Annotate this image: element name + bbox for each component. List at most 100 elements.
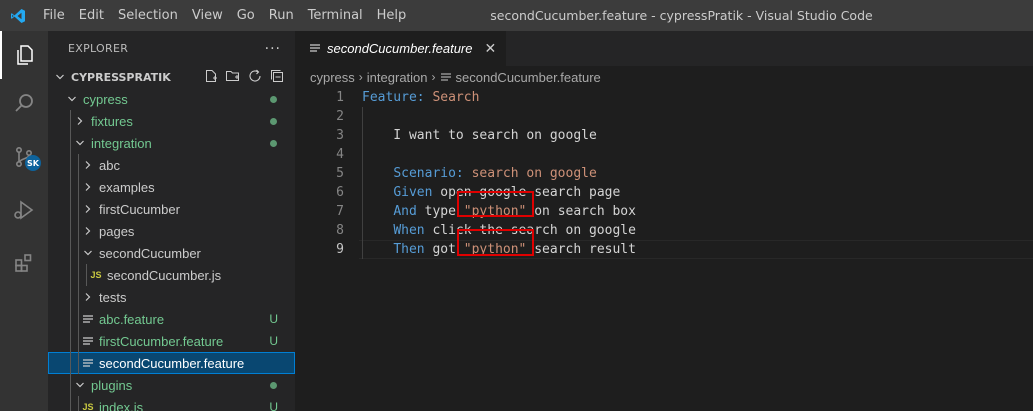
explorer-title: EXPLORER xyxy=(68,42,129,55)
activity-bar: SK xyxy=(0,31,48,411)
menu-run[interactable]: Run xyxy=(262,0,301,31)
status-dot xyxy=(270,117,277,125)
tree-item-label: examples xyxy=(99,179,155,195)
source-control-icon[interactable]: SK xyxy=(0,133,48,181)
chevron-right-icon xyxy=(80,289,96,305)
feature-file-icon xyxy=(309,41,321,56)
chevron-down-icon xyxy=(64,91,80,107)
code-text: Search xyxy=(424,90,480,105)
indent-guide xyxy=(78,154,79,176)
menu-go[interactable]: Go xyxy=(230,0,262,31)
code-line: 6 Given open google search page xyxy=(295,183,1033,202)
menu-file[interactable]: File xyxy=(36,0,72,31)
breadcrumb-item[interactable]: integration xyxy=(367,70,428,85)
menu-view[interactable]: View xyxy=(185,0,230,31)
code-editor[interactable]: 1 Feature: Search 2 3 I want to search o… xyxy=(295,88,1033,259)
collapse-all-icon[interactable] xyxy=(269,68,285,87)
menu-terminal[interactable]: Terminal xyxy=(301,0,370,31)
indent-guide xyxy=(70,330,71,352)
menu-help[interactable]: Help xyxy=(370,0,414,31)
tab-label: secondCucumber.feature xyxy=(327,41,473,56)
tree-folder-secondcucumber[interactable]: secondCucumber xyxy=(48,242,295,264)
feature-file-icon xyxy=(80,311,96,327)
account-badge: SK xyxy=(25,155,41,171)
chevron-right-icon xyxy=(80,223,96,239)
chevron-right-icon xyxy=(80,201,96,217)
tab-secondcucumber-feature[interactable]: secondCucumber.feature ✕ xyxy=(295,31,507,66)
close-icon[interactable]: ✕ xyxy=(485,40,497,57)
explorer-icon[interactable] xyxy=(0,31,48,79)
extensions-icon[interactable] xyxy=(0,239,48,287)
tree-folder-integration[interactable]: integration xyxy=(48,132,295,154)
tree-item-label: secondCucumber.js xyxy=(107,267,222,283)
tree-item-label: integration xyxy=(91,135,152,151)
feature-file-icon xyxy=(80,333,96,349)
title-bar: File Edit Selection View Go Run Terminal… xyxy=(0,0,1033,31)
chevron-right-icon: › xyxy=(358,70,363,84)
tree-folder-fixtures[interactable]: fixtures xyxy=(48,110,295,132)
line-number: 9 xyxy=(336,242,344,257)
project-section[interactable]: CYPRESSPRATIK xyxy=(48,66,295,88)
tree-file-secondcucumber-feature[interactable]: secondCucumber.feature xyxy=(48,352,295,374)
chevron-down-icon xyxy=(72,377,88,393)
tree-file-abc-feature[interactable]: abc.feature U xyxy=(48,308,295,330)
code-line: 7 And type "python" on search box xyxy=(295,202,1033,221)
tree-file-firstcucumber-feature[interactable]: firstCucumber.feature U xyxy=(48,330,295,352)
new-folder-icon[interactable] xyxy=(225,68,241,87)
tree-item-label: secondCucumber xyxy=(99,245,201,261)
breadcrumb-item[interactable]: cypress xyxy=(310,70,355,85)
tree-folder-examples[interactable]: examples xyxy=(48,176,295,198)
git-status-untracked: U xyxy=(269,334,278,348)
indent-guide xyxy=(78,286,79,308)
tree-folder-tests[interactable]: tests xyxy=(48,286,295,308)
code-line: 1 Feature: Search xyxy=(295,88,1033,107)
chevron-right-icon xyxy=(72,113,88,129)
tree-folder-cypress[interactable]: cypress xyxy=(48,88,295,110)
indent-guide xyxy=(70,374,71,396)
indent-guide xyxy=(362,107,363,126)
new-file-icon[interactable] xyxy=(203,68,219,87)
indent-guide xyxy=(70,110,71,132)
tree-folder-firstcucumber[interactable]: firstCucumber xyxy=(48,198,295,220)
keyword: When xyxy=(393,223,425,238)
line-number: 4 xyxy=(336,147,344,162)
run-debug-icon[interactable] xyxy=(0,186,48,234)
indent-guide xyxy=(70,132,71,154)
js-file-icon: JS xyxy=(82,402,94,411)
tree-item-label: fixtures xyxy=(91,113,133,129)
indent-guide xyxy=(70,286,71,308)
menu-selection[interactable]: Selection xyxy=(111,0,185,31)
tree-folder-pages[interactable]: pages xyxy=(48,220,295,242)
more-actions-icon[interactable]: ··· xyxy=(265,41,281,57)
breadcrumb-item[interactable]: secondCucumber.feature xyxy=(456,70,601,85)
code-line: 3 I want to search on google xyxy=(295,126,1033,145)
tree-item-label: firstCucumber.feature xyxy=(99,333,224,349)
tree-file-index-js[interactable]: JS index.js U xyxy=(48,396,295,411)
editor-area: secondCucumber.feature ✕ cypress › integ… xyxy=(295,31,1033,411)
indent-guide xyxy=(86,264,87,286)
line-text: Feature: Search xyxy=(362,90,479,105)
indent-guide xyxy=(78,198,79,220)
line-number: 2 xyxy=(336,109,344,124)
tree-file-secondcucumber-js[interactable]: JS secondCucumber.js xyxy=(48,264,295,286)
code-text: search result xyxy=(526,242,636,257)
tree-folder-abc[interactable]: abc xyxy=(48,154,295,176)
code-line: 8 When click the search on google xyxy=(295,221,1033,240)
explorer-header: EXPLORER ··· xyxy=(48,31,295,66)
indent-guide xyxy=(70,176,71,198)
breadcrumb: cypress › integration › secondCucumber.f… xyxy=(295,66,1033,88)
status-dot xyxy=(270,381,277,389)
menu-edit[interactable]: Edit xyxy=(72,0,111,31)
indent-guide xyxy=(70,154,71,176)
indent-guide xyxy=(78,308,79,330)
search-icon[interactable] xyxy=(0,79,48,127)
annotation-highlight-box xyxy=(457,229,534,256)
indent-guide xyxy=(78,176,79,198)
tree-folder-plugins[interactable]: plugins xyxy=(48,374,295,396)
chevron-down-icon xyxy=(52,69,68,85)
code-text: search on google xyxy=(463,166,597,181)
line-number: 1 xyxy=(336,90,344,105)
section-actions xyxy=(203,68,295,87)
feature-file-icon xyxy=(440,70,452,85)
refresh-icon[interactable] xyxy=(247,68,263,87)
